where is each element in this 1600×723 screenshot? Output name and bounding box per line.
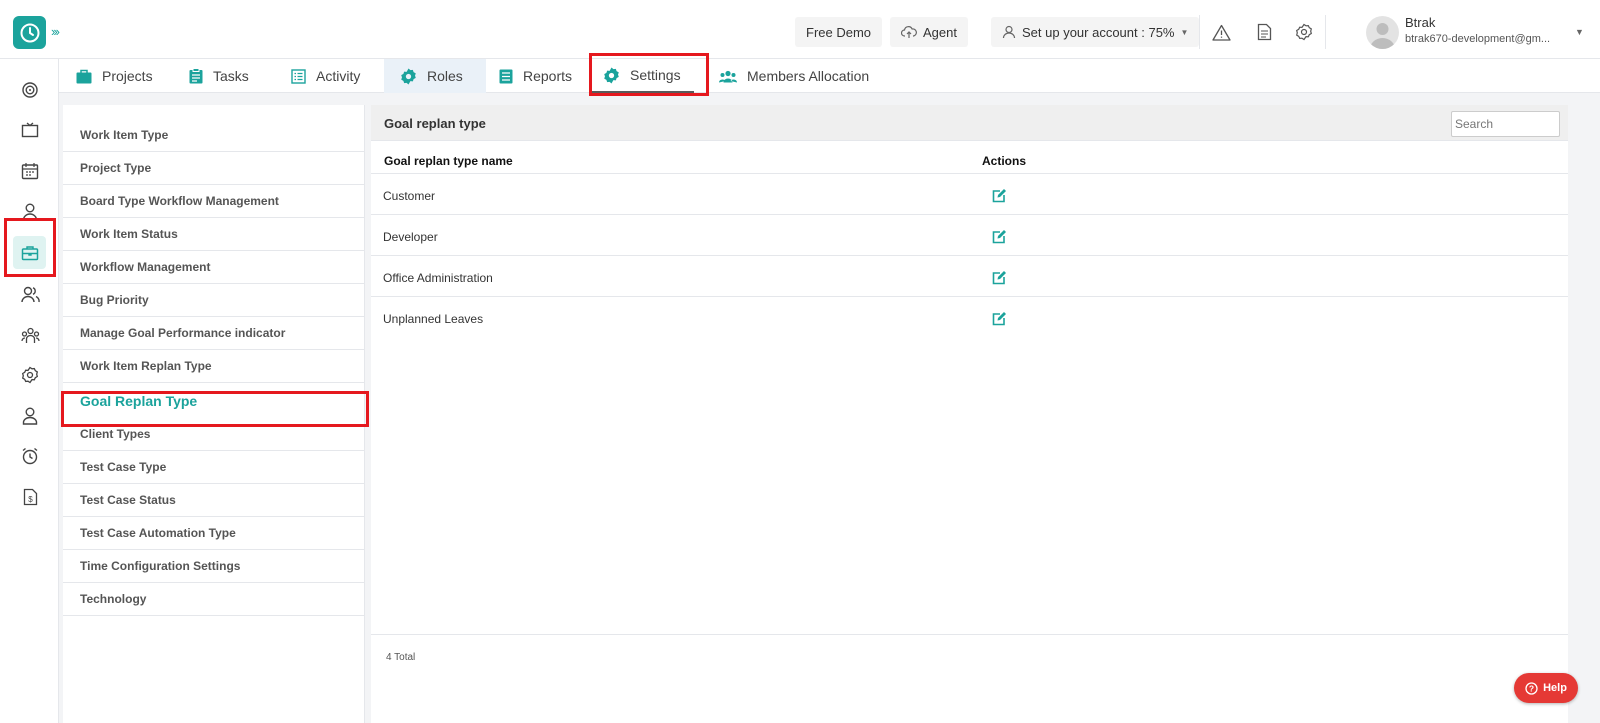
dashboard-icon[interactable] xyxy=(17,77,43,103)
settings-item[interactable]: Test Case Type xyxy=(63,451,365,484)
tab-members-allocation[interactable]: Members Allocation xyxy=(719,59,869,93)
settings-item[interactable]: Work Item Status xyxy=(63,218,365,251)
table-row: Developer xyxy=(371,215,1568,256)
row-name: Office Administration xyxy=(383,271,493,285)
free-demo-button[interactable]: Free Demo xyxy=(795,17,883,47)
help-icon: ? xyxy=(1525,681,1538,695)
group-icon[interactable] xyxy=(17,322,43,348)
document-icon[interactable] xyxy=(1254,22,1274,42)
column-header-name[interactable]: Goal replan type name xyxy=(384,154,513,168)
settings-item[interactable]: Project Type xyxy=(63,152,365,185)
person-icon[interactable] xyxy=(17,199,43,225)
table-row: Office Administration xyxy=(371,256,1568,297)
gear-icon xyxy=(604,66,619,84)
edit-icon[interactable] xyxy=(991,270,1007,286)
setup-account-label: Set up your account : 75% xyxy=(1022,24,1175,40)
clipboard-icon xyxy=(189,68,203,84)
help-button[interactable]: ? Help xyxy=(1514,673,1578,703)
tab-bar: Projects Tasks Activity Roles Reports Se… xyxy=(59,59,1600,93)
briefcase-icon xyxy=(76,69,92,83)
settings-item[interactable]: Work Item Replan Type xyxy=(63,350,365,383)
free-demo-label: Free Demo xyxy=(806,24,872,40)
settings-list: Work Item Type Project Type Board Type W… xyxy=(63,105,365,723)
agent-button[interactable]: Agent xyxy=(890,17,968,47)
settings-item[interactable]: Work Item Type xyxy=(63,119,365,152)
edit-icon[interactable] xyxy=(991,188,1007,204)
settings-item[interactable]: Board Type Workflow Management xyxy=(63,185,365,218)
goal-replan-type-panel: Goal replan type Goal replan type name A… xyxy=(371,105,1568,723)
divider xyxy=(1199,15,1200,49)
row-name: Developer xyxy=(383,230,438,244)
invoice-icon[interactable]: $ xyxy=(17,484,43,510)
table-header: Goal replan type name Actions xyxy=(371,141,1568,174)
table-row: Customer xyxy=(371,174,1568,215)
svg-text:$: $ xyxy=(28,495,33,504)
users-icon xyxy=(719,70,737,82)
tv-icon[interactable] xyxy=(17,117,43,143)
warning-icon[interactable] xyxy=(1211,22,1231,42)
help-label: Help xyxy=(1543,682,1567,694)
tab-label: Settings xyxy=(630,67,681,83)
list-icon xyxy=(291,68,306,84)
tab-activity[interactable]: Activity xyxy=(291,59,360,93)
row-name: Customer xyxy=(383,189,436,203)
settings-item[interactable]: Time Configuration Settings xyxy=(63,550,365,583)
user-icon xyxy=(1002,25,1016,39)
table-footer: 4 Total xyxy=(371,634,1568,723)
user-menu-chevron-icon[interactable]: ▼ xyxy=(1575,27,1584,37)
tab-label: Reports xyxy=(523,68,573,84)
cloud-upload-icon xyxy=(901,26,917,38)
chevron-down-icon: ▼ xyxy=(1180,27,1189,37)
user-name: Btrak xyxy=(1405,15,1436,30)
avatar[interactable] xyxy=(1366,16,1399,49)
tab-projects[interactable]: Projects xyxy=(76,59,153,93)
panel-header: Goal replan type xyxy=(371,105,1568,141)
tab-label: Members Allocation xyxy=(747,68,870,84)
gear-icon xyxy=(401,67,416,85)
table-row: Unplanned Leaves xyxy=(371,297,1568,338)
settings-gear-icon[interactable] xyxy=(1294,22,1314,42)
edit-icon[interactable] xyxy=(991,229,1007,245)
tab-roles[interactable]: Roles xyxy=(384,59,486,93)
document-icon xyxy=(499,69,513,83)
settings-item[interactable]: Manage Goal Performance indicator xyxy=(63,317,365,350)
search-input[interactable] xyxy=(1451,111,1560,137)
row-name: Unplanned Leaves xyxy=(383,312,484,326)
tab-settings[interactable]: Settings xyxy=(592,59,694,93)
settings-item-selected[interactable]: Goal Replan Type xyxy=(63,384,365,417)
column-header-actions: Actions xyxy=(982,154,1027,168)
left-sidebar: $ xyxy=(0,59,59,723)
tab-label: Roles xyxy=(427,68,463,84)
tab-reports[interactable]: Reports xyxy=(499,59,572,93)
edit-icon[interactable] xyxy=(991,311,1007,327)
svg-text:?: ? xyxy=(1529,683,1534,693)
settings-item[interactable]: Test Case Status xyxy=(63,484,365,517)
tab-label: Activity xyxy=(316,68,361,84)
settings-item[interactable]: Workflow Management xyxy=(63,251,365,284)
tab-tasks[interactable]: Tasks xyxy=(189,59,249,93)
agent-label: Agent xyxy=(923,24,957,40)
settings-item[interactable]: Client Types xyxy=(63,418,365,451)
user-badge-icon[interactable] xyxy=(17,403,43,429)
projects-briefcase-icon[interactable] xyxy=(13,236,46,269)
settings-item[interactable]: Bug Priority xyxy=(63,284,365,317)
expand-menu-icon[interactable]: ››› xyxy=(51,24,60,39)
tab-label: Tasks xyxy=(213,68,249,84)
settings-item[interactable]: Test Case Automation Type xyxy=(63,517,365,550)
cog-icon[interactable] xyxy=(17,362,43,388)
calendar-icon[interactable] xyxy=(17,158,43,184)
total-count: 4 Total xyxy=(386,652,416,663)
top-bar: ››› Free Demo Agent Set up your account … xyxy=(0,0,1600,59)
tab-label: Projects xyxy=(102,68,153,84)
app-logo[interactable] xyxy=(13,16,46,49)
panel-title: Goal replan type xyxy=(384,116,486,131)
divider xyxy=(1325,15,1326,49)
setup-account-dropdown[interactable]: Set up your account : 75% ▼ xyxy=(991,17,1200,47)
alarm-clock-icon[interactable] xyxy=(17,443,43,469)
team-icon[interactable] xyxy=(17,281,43,307)
user-email: btrak670-development@gm... xyxy=(1405,33,1551,45)
settings-item[interactable]: Technology xyxy=(63,583,365,616)
